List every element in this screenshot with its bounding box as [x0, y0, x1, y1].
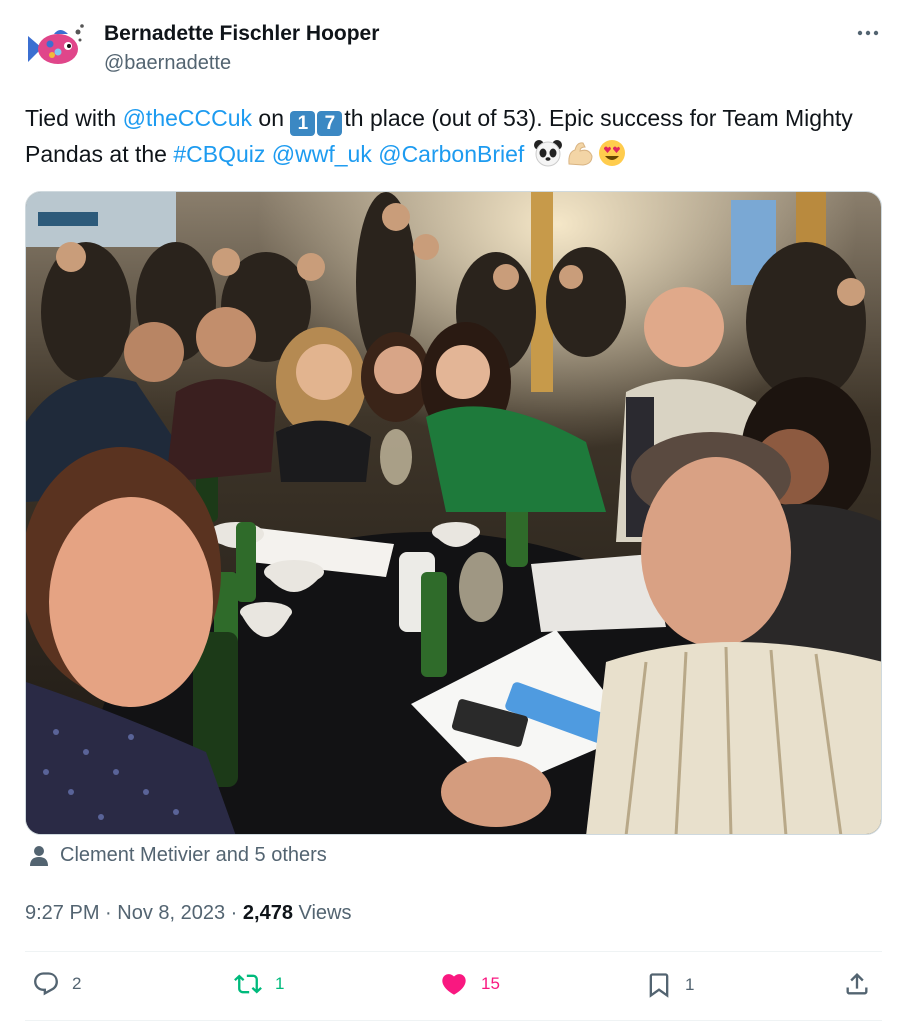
divider	[25, 951, 882, 952]
group-photo-image	[26, 192, 881, 834]
author-avatar[interactable]	[24, 22, 86, 78]
views-count: 2,478	[242, 902, 293, 924]
reply-button[interactable]: 2	[32, 970, 81, 998]
hashtag-link[interactable]: #CBQuiz	[173, 141, 265, 167]
keycap-digit-icon: 1	[290, 111, 316, 136]
person-icon	[30, 845, 48, 866]
bookmark-icon	[649, 973, 669, 998]
share-button[interactable]	[843, 970, 883, 998]
like-count: 15	[481, 974, 500, 993]
post-timestamp[interactable]: 9:27 PM · Nov 8, 2023 ·	[25, 902, 243, 924]
author-info[interactable]: Bernadette Fischler Hooper @baernadette	[104, 20, 379, 76]
panda-face-icon	[533, 140, 562, 167]
author-display-name[interactable]: Bernadette Fischler Hooper	[104, 20, 379, 48]
keycap-digit-icon: 7	[317, 111, 343, 136]
fish-avatar-icon	[28, 24, 84, 64]
action-bar: 2 1 15 1	[25, 960, 882, 1016]
repost-button[interactable]: 1	[233, 970, 284, 998]
more-options-button[interactable]	[855, 20, 881, 46]
share-icon	[846, 973, 868, 995]
flexed-biceps-icon	[568, 142, 593, 166]
repost-count: 1	[275, 974, 285, 993]
divider	[25, 1020, 882, 1021]
reply-icon	[34, 972, 58, 996]
post-text: Tied with @theCCCuk on 1 7th place (out o…	[25, 100, 875, 172]
mention-link[interactable]: @theCCCuk	[123, 105, 252, 131]
post-meta: 9:27 PM · Nov 8, 2023 · 2,478 Views	[25, 898, 352, 928]
tagged-people-label: Clement Metivier and 5 others	[60, 844, 327, 866]
text-segment: on	[252, 105, 291, 131]
tagged-people[interactable]: Clement Metivier and 5 others	[28, 844, 327, 867]
like-button[interactable]: 15	[439, 970, 500, 998]
text-segment: Tied with	[25, 105, 123, 131]
author-handle[interactable]: @baernadette	[104, 50, 379, 76]
more-icon	[857, 30, 879, 36]
repost-icon	[234, 974, 262, 994]
mention-link[interactable]: @CarbonBrief	[378, 141, 524, 167]
heart-eyes-face-icon	[598, 140, 625, 166]
bookmark-button[interactable]: 1	[645, 970, 694, 1000]
reply-count: 2	[72, 974, 82, 993]
views-label: Views	[292, 902, 352, 924]
mention-link[interactable]: @wwf_uk	[272, 141, 372, 167]
heart-filled-icon	[442, 974, 466, 995]
post-photo[interactable]	[25, 191, 882, 835]
bookmark-count: 1	[685, 975, 695, 994]
